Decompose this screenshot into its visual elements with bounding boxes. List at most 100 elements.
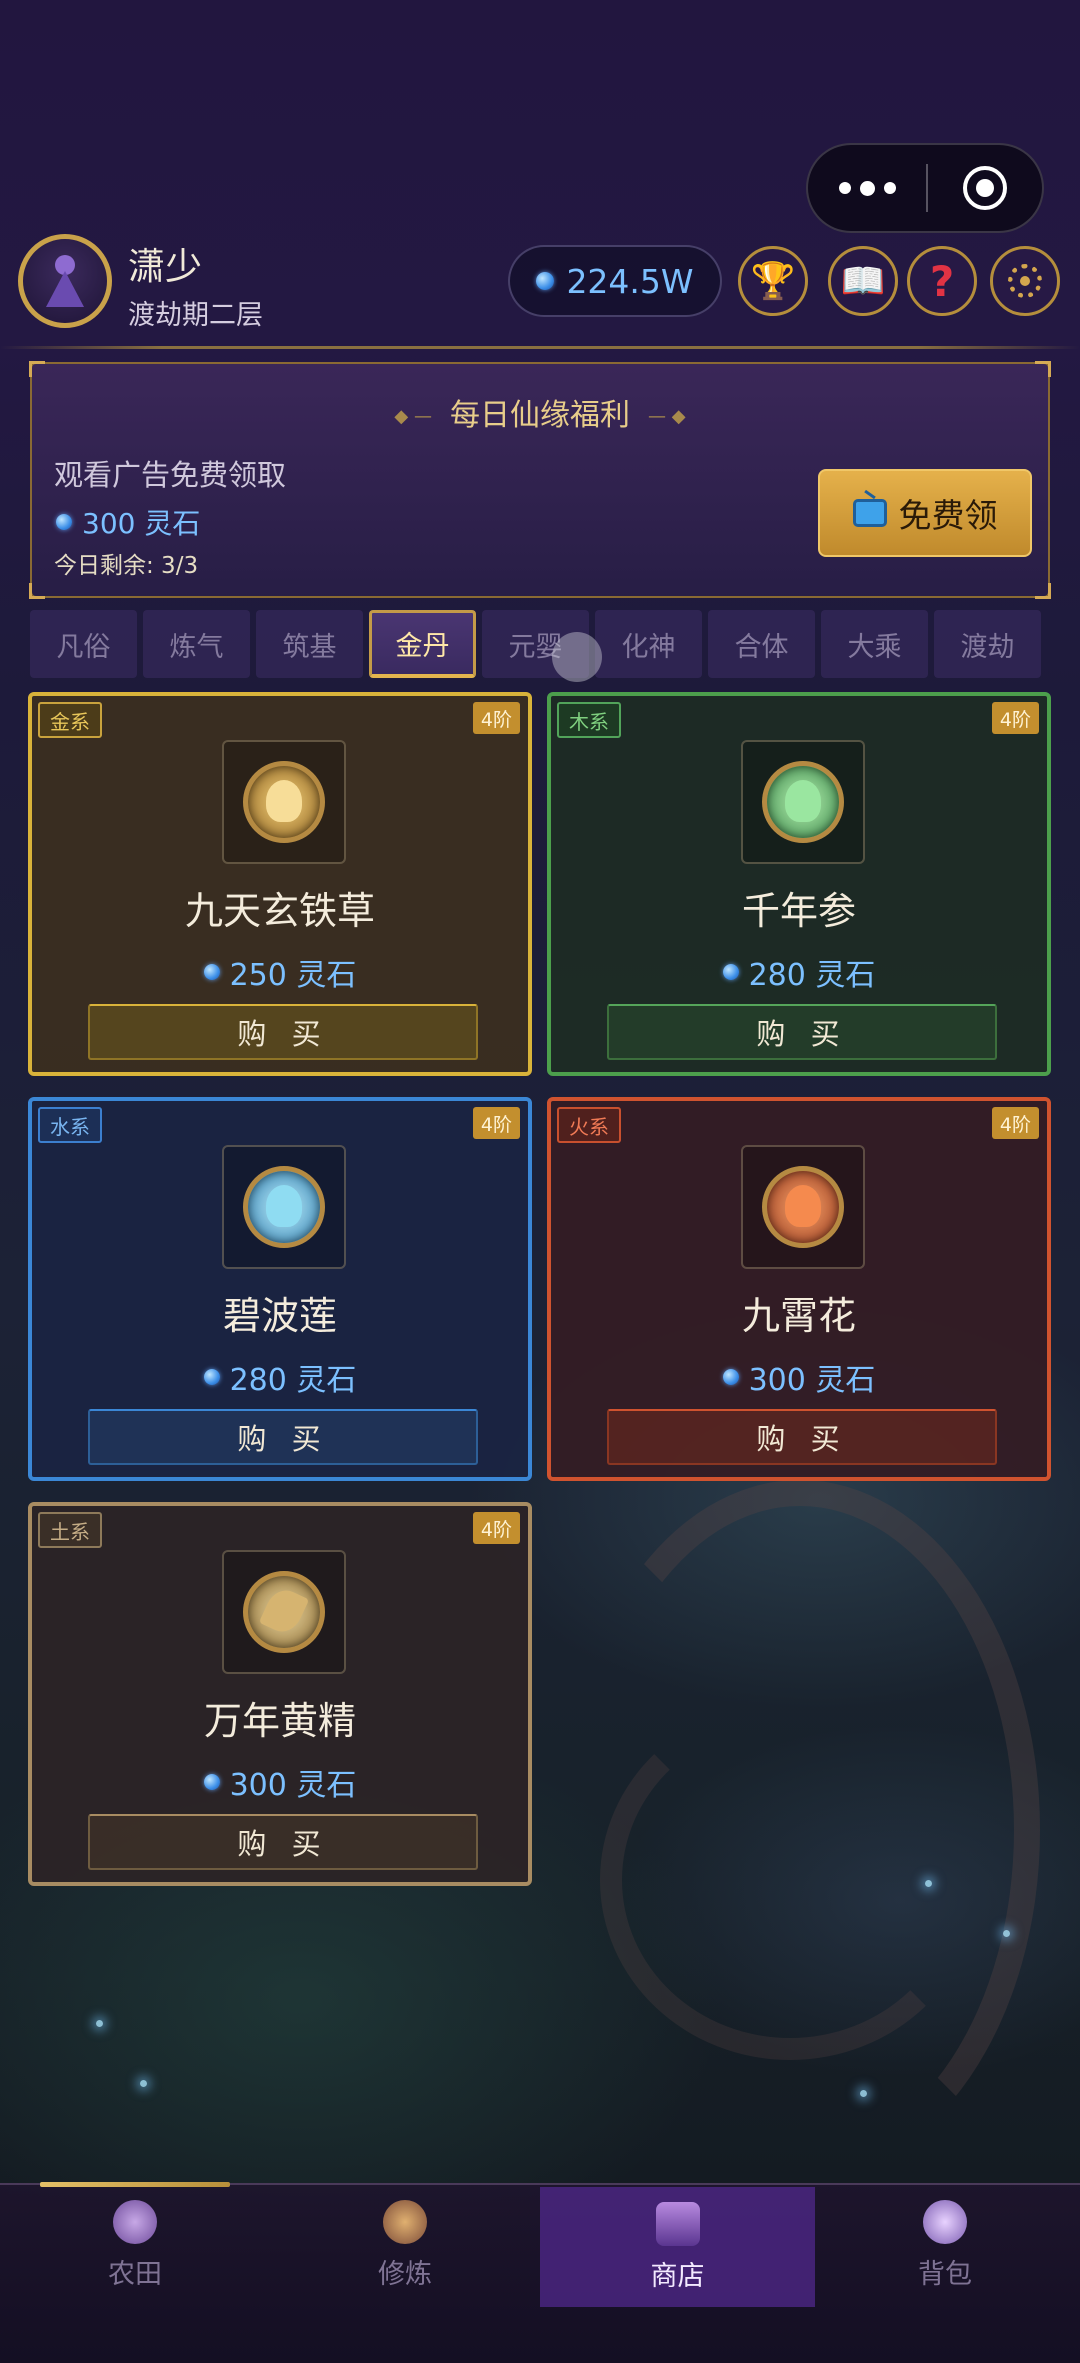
cultivation-realm: 渡劫期二层 <box>128 300 263 331</box>
daily-reward-title: ◆ — 每日仙缘福利 — ◆ <box>394 398 686 433</box>
firefly-decoration <box>140 2080 147 2087</box>
cultivate-icon <box>383 2199 427 2244</box>
shop-item-card: 金系 4阶 九天玄铁草 250 灵石 购 买 <box>28 692 532 1076</box>
realm-tabs: 凡俗 炼气 筑基 金丹 元婴 化神 合体 大乘 渡劫 <box>30 610 1050 680</box>
item-name: 九霄花 <box>741 1294 856 1338</box>
spirit-stone-icon <box>722 1369 739 1385</box>
bottom-navigation: 农田 修炼 商店 背包 <box>0 2182 1080 2363</box>
spirit-stone-amount: 224.5W <box>566 261 694 301</box>
ginseng-icon <box>762 761 844 843</box>
flower-icon <box>762 1166 844 1248</box>
herb-icon <box>243 761 325 843</box>
element-badge: 木系 <box>557 702 621 738</box>
item-price: 280 灵石 <box>551 950 1047 994</box>
avatar[interactable] <box>18 234 112 328</box>
buy-button[interactable]: 购 买 <box>88 1004 478 1060</box>
nav-label: 背包 <box>918 2258 972 2290</box>
spirit-stone-icon <box>203 1369 220 1385</box>
tier-badge: 4阶 <box>991 702 1039 734</box>
item-name: 万年黄精 <box>203 1699 356 1743</box>
guide-button[interactable]: 📖 <box>828 246 898 316</box>
buy-button[interactable]: 购 买 <box>88 1409 478 1465</box>
item-icon-frame <box>741 740 865 864</box>
item-price: 300 灵石 <box>551 1355 1047 1399</box>
tier-badge: 4阶 <box>472 1107 520 1139</box>
shop-item-card: 木系 4阶 千年参 280 灵石 购 买 <box>547 692 1051 1076</box>
firefly-decoration <box>96 2020 103 2027</box>
daily-reward-description: 观看广告免费领取 <box>54 458 287 492</box>
firefly-decoration <box>1003 1930 1010 1937</box>
nav-item-backpack[interactable]: 背包 <box>810 2185 1080 2305</box>
buy-button[interactable]: 购 买 <box>607 1004 997 1060</box>
daily-remaining-count: 今日剩余: 3/3 <box>54 553 199 579</box>
tab-heti[interactable]: 合体 <box>708 610 815 678</box>
item-name: 碧波莲 <box>222 1294 337 1338</box>
item-price: 250 灵石 <box>32 950 528 994</box>
spirit-stone-icon <box>56 514 72 530</box>
daily-reward-panel: ◆ — 每日仙缘福利 — ◆ 观看广告免费领取 300 灵石 今日剩余: 3/3 免… <box>29 361 1051 599</box>
tv-icon <box>852 499 887 527</box>
item-icon-frame <box>222 1145 346 1269</box>
firefly-decoration <box>925 1880 932 1887</box>
item-price: 300 灵石 <box>32 1760 528 1804</box>
shop-item-card: 水系 4阶 碧波莲 280 灵石 购 买 <box>28 1097 532 1481</box>
firefly-decoration <box>860 2090 867 2097</box>
help-icon: ? <box>929 256 955 306</box>
tab-lianqi[interactable]: 炼气 <box>143 610 250 678</box>
nav-label: 修炼 <box>378 2258 432 2290</box>
tier-badge: 4阶 <box>472 1512 520 1544</box>
user-name: 潇少 <box>128 245 202 288</box>
item-icon-frame <box>741 1145 865 1269</box>
buy-button[interactable]: 购 买 <box>607 1409 997 1465</box>
tab-fansu[interactable]: 凡俗 <box>30 610 137 678</box>
daily-reward-amount: 300 灵石 <box>56 502 200 542</box>
buy-button[interactable]: 购 买 <box>88 1814 478 1870</box>
claim-free-button[interactable]: 免费领 <box>818 469 1032 557</box>
more-dots-icon[interactable] <box>808 180 926 196</box>
element-badge: 土系 <box>38 1512 102 1548</box>
help-button[interactable]: ? <box>907 246 977 316</box>
shop-icon <box>655 2201 700 2246</box>
spirit-stone-icon <box>722 964 739 980</box>
item-icon-frame <box>222 1550 346 1674</box>
garden-path-decoration <box>600 1700 980 2060</box>
spirit-stone-icon <box>203 964 220 980</box>
tab-huashen[interactable]: 化神 <box>595 610 702 678</box>
settings-icon <box>1008 264 1042 298</box>
tier-badge: 4阶 <box>472 702 520 734</box>
lotus-icon <box>243 1166 325 1248</box>
item-price: 280 灵石 <box>32 1355 528 1399</box>
header-divider <box>0 346 1080 349</box>
book-icon: 📖 <box>840 261 886 302</box>
tab-dujie[interactable]: 渡劫 <box>934 610 1041 678</box>
root-icon <box>243 1571 325 1653</box>
settings-button[interactable] <box>990 246 1060 316</box>
tab-dacheng[interactable]: 大乘 <box>821 610 928 678</box>
miniprogram-capsule <box>806 143 1044 233</box>
touch-indicator <box>552 632 602 682</box>
nav-item-farm[interactable]: 农田 <box>0 2185 270 2305</box>
item-icon-frame <box>222 740 346 864</box>
shop-item-card: 土系 4阶 万年黄精 300 灵石 购 买 <box>28 1502 532 1886</box>
tier-badge: 4阶 <box>991 1107 1039 1139</box>
farm-icon <box>113 2199 157 2244</box>
nav-item-shop[interactable]: 商店 <box>540 2187 815 2307</box>
backpack-icon <box>923 2199 967 2244</box>
element-badge: 金系 <box>38 702 102 738</box>
spirit-stone-balance: 224.5W <box>508 245 722 317</box>
item-name: 千年参 <box>741 889 856 933</box>
item-name: 九天玄铁草 <box>184 889 375 933</box>
nav-item-cultivate[interactable]: 修炼 <box>270 2185 540 2305</box>
record-circle-icon[interactable] <box>928 166 1042 210</box>
tab-zhuji[interactable]: 筑基 <box>256 610 363 678</box>
leaderboard-button[interactable]: 🏆 <box>738 246 808 316</box>
spirit-stone-icon <box>203 1774 220 1790</box>
shop-item-card: 火系 4阶 九霄花 300 灵石 购 买 <box>547 1097 1051 1481</box>
spirit-stone-icon <box>536 272 555 290</box>
nav-label: 商店 <box>650 2260 705 2292</box>
trophy-icon: 🏆 <box>750 261 796 302</box>
tab-jindan[interactable]: 金丹 <box>369 610 476 678</box>
element-badge: 水系 <box>38 1107 102 1143</box>
nav-label: 农田 <box>108 2258 162 2290</box>
element-badge: 火系 <box>557 1107 621 1143</box>
